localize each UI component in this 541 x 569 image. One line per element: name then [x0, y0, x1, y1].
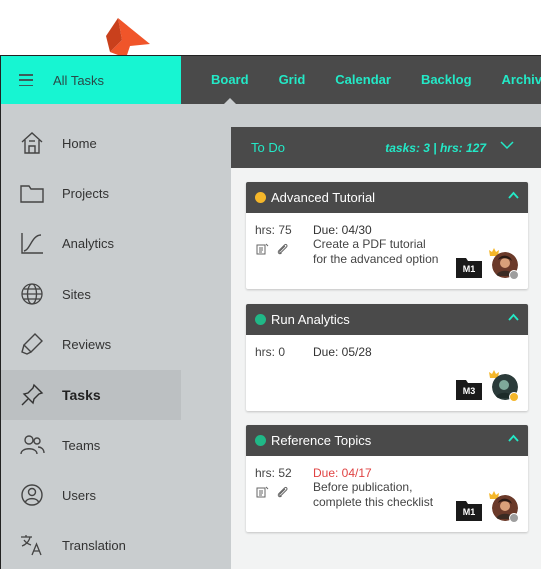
view-selector[interactable]: All Tasks: [1, 56, 181, 104]
tab-archive[interactable]: Archive: [502, 56, 541, 104]
notes-icon: [256, 243, 269, 255]
chevron-up-icon[interactable]: [508, 191, 519, 199]
sidebar-item-label: Projects: [62, 185, 109, 201]
translate-icon: [21, 535, 42, 556]
card-header[interactable]: Run Analytics: [246, 304, 528, 335]
presence-indicator: [509, 270, 519, 280]
status-dot: [255, 314, 266, 325]
user-circle-icon: [21, 484, 43, 506]
chevron-up-icon[interactable]: [508, 434, 519, 442]
folder-icon: [20, 185, 44, 203]
milestone-badge: M3: [456, 378, 482, 400]
status-dot: [255, 192, 266, 203]
milestone-badge: M1: [456, 499, 482, 521]
paperclip-icon: [277, 243, 288, 255]
sidebar-item-label: Home: [62, 135, 97, 151]
hamburger-icon[interactable]: [19, 74, 33, 86]
sidebar-item-label: Translation: [62, 537, 126, 553]
card-due-date: Due: 05/28: [313, 345, 372, 359]
home-icon: [21, 132, 43, 154]
chevron-up-icon[interactable]: [508, 313, 519, 321]
sidebar-item-label: Tasks: [62, 387, 101, 403]
sidebar-item-analytics[interactable]: Analytics: [1, 218, 181, 268]
sidebar-item-label: Teams: [62, 437, 101, 453]
sidebar-item-tasks[interactable]: Tasks: [1, 370, 181, 420]
card-title: Run Analytics: [271, 312, 350, 327]
badge-label: M3: [462, 386, 476, 396]
people-icon: [20, 435, 45, 455]
notes-icon: [256, 486, 269, 498]
card-indicators: [255, 243, 290, 255]
board-column-todo: To Do tasks: 3 | hrs: 127 Advanced Tutor…: [231, 127, 541, 569]
column-title: To Do: [251, 140, 285, 155]
badge-label: M1: [462, 507, 476, 517]
sidebar-nav: Home Projects Analytics Sites Reviews Ta…: [1, 104, 231, 569]
highlighter-icon: [21, 333, 43, 355]
description-fade: [313, 265, 443, 279]
card-header[interactable]: Reference Topics: [246, 425, 528, 456]
sidebar-item-label: Analytics: [62, 235, 115, 251]
description-fade: [313, 508, 443, 522]
pointer-arrow-icon: [106, 18, 150, 58]
card-due-date: Due: 04/30: [313, 223, 372, 237]
tab-grid[interactable]: Grid: [279, 56, 306, 104]
presence-indicator: [509, 513, 519, 523]
sidebar-item-reviews[interactable]: Reviews: [1, 319, 181, 369]
badge-label: M1: [462, 264, 476, 274]
milestone-badge: M1: [456, 256, 482, 278]
tab-board[interactable]: Board: [211, 56, 249, 104]
sidebar-item-home[interactable]: Home: [1, 118, 181, 168]
pushpin-icon: [21, 383, 44, 406]
presence-indicator: [509, 392, 519, 402]
card-header[interactable]: Advanced Tutorial: [246, 182, 528, 213]
column-stats: tasks: 3 | hrs: 127: [385, 140, 486, 155]
card-body: hrs: 0 Due: 05/28 M3: [246, 335, 528, 411]
chevron-down-icon[interactable]: [500, 140, 514, 150]
card-hours: hrs: 52: [255, 466, 292, 480]
card-title: Reference Topics: [271, 433, 372, 448]
paperclip-icon: [277, 486, 288, 498]
card-indicators: [255, 486, 290, 498]
task-card[interactable]: Reference Topics hrs: 52 Due: 04/17 Befo…: [246, 425, 528, 532]
card-due-date: Due: 04/17: [313, 466, 372, 480]
column-header: To Do tasks: 3 | hrs: 127: [231, 127, 541, 168]
sidebar-item-label: Reviews: [62, 336, 112, 352]
card-hours: hrs: 75: [255, 223, 292, 237]
view-tabs: Board Grid Calendar Backlog Archive: [181, 56, 541, 104]
sidebar-item-label: Users: [62, 487, 96, 503]
analytics-chart-icon: [21, 233, 43, 254]
top-bar: All Tasks Board Grid Calendar Backlog Ar…: [1, 56, 541, 104]
status-dot: [255, 435, 266, 446]
app-window: All Tasks Board Grid Calendar Backlog Ar…: [0, 55, 541, 569]
sidebar-item-label: Sites: [62, 286, 91, 302]
card-title: Advanced Tutorial: [271, 190, 376, 205]
card-body: hrs: 75 Due: 04/30 Create a PDF tutorial…: [246, 213, 528, 289]
task-card[interactable]: Advanced Tutorial hrs: 75 Due: 04/30 Cre…: [246, 182, 528, 289]
tab-calendar[interactable]: Calendar: [335, 56, 391, 104]
task-card[interactable]: Run Analytics hrs: 0 Due: 05/28 M3: [246, 304, 528, 411]
sidebar-item-teams[interactable]: Teams: [1, 420, 181, 470]
sidebar-item-translation[interactable]: Translation: [1, 520, 181, 569]
view-title[interactable]: All Tasks: [53, 73, 104, 88]
sidebar-item-projects[interactable]: Projects: [1, 168, 181, 218]
globe-icon: [21, 283, 43, 305]
sidebar-item-sites[interactable]: Sites: [1, 269, 181, 319]
card-body: hrs: 52 Due: 04/17 Before publication, c…: [246, 456, 528, 532]
sidebar-item-users[interactable]: Users: [1, 470, 181, 520]
tab-backlog[interactable]: Backlog: [421, 56, 472, 104]
card-hours: hrs: 0: [255, 345, 286, 359]
